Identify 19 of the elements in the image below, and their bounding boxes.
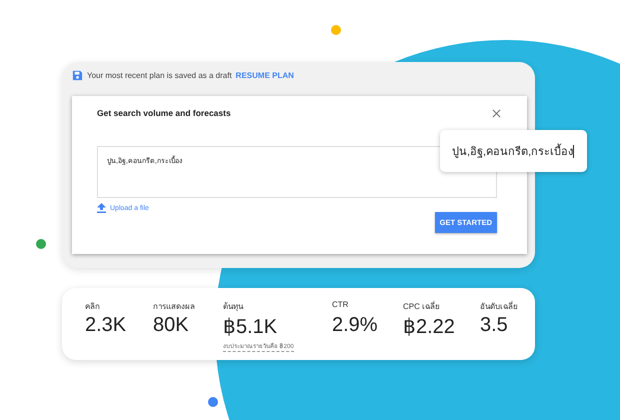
metric-value: 2.3K [85, 314, 128, 337]
metric-value: ฿5.1K [223, 315, 278, 339]
close-icon[interactable] [492, 108, 501, 118]
save-icon [72, 70, 83, 81]
metric-label: ต้นทุน [223, 301, 244, 314]
metric-value: 2.9% [332, 314, 379, 337]
metric-label: คลิก [85, 301, 101, 313]
dialog-title: Get search volume and forecasts [97, 108, 231, 118]
metric-label: CPC เฉลี่ย [403, 300, 442, 313]
draft-message: Your most recent plan is saved as a draft [87, 71, 232, 80]
metric-value: 80K [153, 314, 190, 337]
metric-label: การแสดงผล [153, 301, 196, 313]
upload-icon [97, 203, 106, 213]
metric-label: CTR [332, 300, 350, 311]
metric-value: 3.5 [480, 314, 509, 337]
resume-plan-link[interactable]: RESUME PLAN [236, 71, 294, 80]
metric-value: ฿2.22 [403, 315, 456, 339]
metric-label: อันดับเฉลี่ย [480, 300, 519, 313]
text-cursor [573, 144, 574, 158]
